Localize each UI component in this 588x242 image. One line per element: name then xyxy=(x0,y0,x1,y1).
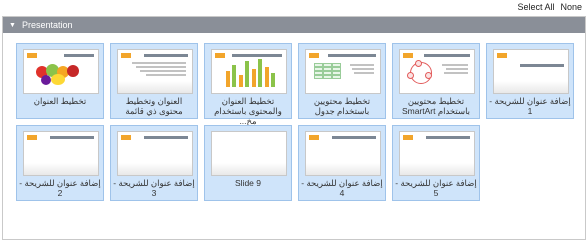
slide-thumbnail xyxy=(117,49,193,94)
slide-label: إضافة عنوان للشريحة - 4 xyxy=(301,178,383,198)
section-header[interactable]: ▼ Presentation xyxy=(3,17,585,33)
slide-tile-7[interactable]: إضافة عنوان للشريحة - 2 xyxy=(16,125,104,201)
slide-label: إضافة عنوان للشريحة - 1 xyxy=(489,96,571,116)
slide-tile-5[interactable]: تخطيط محتويين باستخدام SmartArt xyxy=(392,43,480,119)
slide-thumbnail xyxy=(399,131,475,176)
slide-tile-6[interactable]: إضافة عنوان للشريحة - 1 xyxy=(486,43,574,119)
slide-thumbnail xyxy=(399,49,475,94)
section-title: Presentation xyxy=(21,20,73,30)
slide-thumbnail xyxy=(23,49,99,94)
slide-label: إضافة عنوان للشريحة - 3 xyxy=(113,178,195,198)
slide-tile-1[interactable]: تخطيط العنوان xyxy=(16,43,104,119)
slide-tile-11[interactable]: إضافة عنوان للشريحة - 5 xyxy=(392,125,480,201)
slide-thumbnail xyxy=(23,131,99,176)
slide-label: تخطيط محتويين باستخدام جدول xyxy=(313,96,371,116)
slide-tile-10[interactable]: إضافة عنوان للشريحة - 4 xyxy=(298,125,386,201)
slide-thumbnail xyxy=(211,131,287,176)
slide-thumbnail xyxy=(493,49,569,94)
slide-tile-8[interactable]: إضافة عنوان للشريحة - 3 xyxy=(110,125,198,201)
slide-label: Slide 9 xyxy=(235,178,261,188)
slide-tile-2[interactable]: العنوان وتخطيط محتوى ذي قائمة xyxy=(110,43,198,119)
slide-label: إضافة عنوان للشريحة - 2 xyxy=(19,178,101,198)
slide-label: العنوان وتخطيط محتوى ذي قائمة xyxy=(125,96,183,116)
selection-links: Select All None xyxy=(517,0,582,14)
slide-tile-9[interactable]: Slide 9 xyxy=(204,125,292,201)
select-all-link[interactable]: Select All xyxy=(517,2,554,12)
slide-tile-4[interactable]: تخطيط محتويين باستخدام جدول xyxy=(298,43,386,119)
slide-label: تخطيط محتويين باستخدام SmartArt xyxy=(401,96,471,116)
slide-thumbnail xyxy=(305,49,381,94)
slide-thumbnail xyxy=(305,131,381,176)
slide-label: تخطيط العنوان والمحتوى باستخدام مخ... xyxy=(214,96,282,126)
select-none-link[interactable]: None xyxy=(560,2,582,12)
slide-thumbnail xyxy=(211,49,287,94)
slide-thumbnail xyxy=(117,131,193,176)
slide-tile-3[interactable]: تخطيط العنوان والمحتوى باستخدام مخ... xyxy=(204,43,292,126)
collapse-triangle-icon[interactable]: ▼ xyxy=(9,22,16,29)
slide-label: إضافة عنوان للشريحة - 5 xyxy=(395,178,477,198)
slide-label: تخطيط العنوان xyxy=(33,96,87,106)
